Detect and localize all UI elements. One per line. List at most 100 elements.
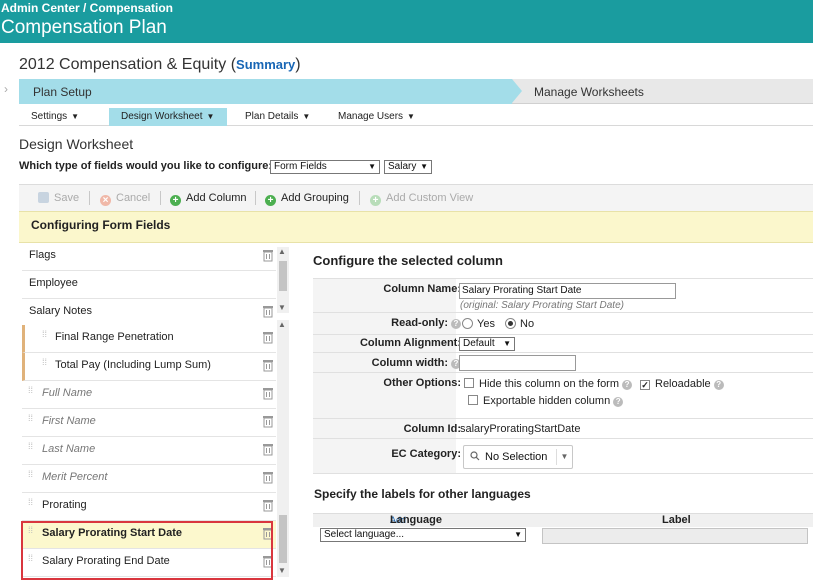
caret-down-icon: ▼ (514, 530, 522, 539)
drag-handle-icon[interactable]: ⁞⁞ (28, 526, 36, 540)
drag-handle-icon[interactable]: ⁞⁞ (42, 330, 50, 344)
list-item-column[interactable]: ⁞⁞ Full Name (22, 381, 276, 409)
add-icon: + (265, 195, 276, 206)
list-item-column[interactable]: ⁞⁞ Salary Prorating End Date (22, 549, 276, 577)
banner-text: Configuring Form Fields (31, 218, 171, 232)
radio-icon (462, 318, 473, 329)
list-item-column[interactable]: ⁞⁞ Final Range Penetration (22, 325, 276, 353)
app-header: Admin Center / Compensation Compensation… (0, 0, 813, 43)
row-column-name: Column Name: Salary Prorating Start Date… (313, 278, 813, 312)
list-item-column[interactable]: ⁞⁞ Total Pay (Including Lump Sum) (22, 353, 276, 381)
scroll-thumb[interactable] (279, 261, 287, 291)
drag-handle-icon[interactable]: ⁞⁞ (28, 554, 36, 568)
help-icon[interactable]: ? (613, 397, 624, 407)
ec-category-combobox[interactable]: No Selection ▼ (463, 445, 573, 469)
reloadable-checkbox[interactable]: ✓ Reloadable? (640, 378, 724, 390)
trash-icon[interactable] (262, 470, 274, 484)
plan-name: 2012 Compensation & Equity (19, 56, 227, 73)
read-only-no-radio[interactable]: No (505, 318, 534, 330)
form-title: Configure the selected column (313, 253, 503, 268)
trash-icon[interactable] (262, 554, 274, 568)
trash-icon[interactable] (262, 386, 274, 400)
scroll-up-icon[interactable]: ▲ (278, 320, 286, 329)
category-select[interactable]: Salary ▼ (384, 160, 432, 174)
row-ec-category: EC Category: No Selection ▼ (313, 438, 813, 474)
drag-handle-icon[interactable]: ⁞⁞ (28, 442, 36, 456)
step-bar: Plan Setup Manage Worksheets (19, 79, 813, 104)
add-grouping-button[interactable]: + Add Grouping (265, 192, 349, 206)
toolbar-divider (255, 191, 256, 205)
hide-column-checkbox[interactable]: Hide this column on the form? (464, 378, 633, 390)
scroll-down-icon[interactable]: ▼ (278, 303, 286, 312)
list-item-flags[interactable]: Flags (22, 243, 276, 271)
trash-icon[interactable] (262, 498, 274, 512)
help-icon[interactable]: ? (622, 380, 633, 390)
checkbox-icon (464, 378, 474, 388)
drag-handle-icon[interactable]: ⁞⁞ (42, 358, 50, 372)
column-name-label: Column Name: (383, 283, 461, 295)
section-title: Design Worksheet (19, 136, 134, 152)
trash-icon[interactable] (262, 526, 274, 540)
top-list-scrollbar[interactable]: ▲ ▼ (277, 247, 289, 313)
language-select[interactable]: Select language... ▼ (320, 528, 526, 542)
help-icon[interactable]: ? (451, 319, 461, 329)
step-manage-worksheets[interactable]: Manage Worksheets (534, 85, 644, 99)
toolbar-divider (359, 191, 360, 205)
trash-icon[interactable] (262, 304, 274, 318)
alignment-select[interactable]: Default ▼ (459, 337, 515, 351)
summary-link[interactable]: Summary (236, 57, 295, 72)
list-item-column[interactable]: ⁞⁞ Merit Percent (22, 465, 276, 493)
field-type-select[interactable]: Form Fields ▼ (270, 160, 380, 174)
tab-design-worksheet[interactable]: Design Worksheet ▼ (109, 108, 227, 126)
tab-manage-users[interactable]: Manage Users ▼ (338, 108, 415, 126)
caret-down-icon: ▼ (407, 112, 415, 121)
column-name-input[interactable]: Salary Prorating Start Date (459, 283, 676, 299)
trash-icon[interactable] (262, 442, 274, 456)
trash-icon[interactable] (262, 248, 274, 262)
step-plan-setup[interactable] (19, 79, 512, 104)
scroll-thumb[interactable] (279, 515, 287, 563)
row-read-only: Read-only:? Yes No (313, 312, 813, 334)
scroll-up-icon[interactable]: ▲ (278, 247, 286, 256)
ec-category-label: EC Category: (391, 448, 461, 460)
trash-icon[interactable] (262, 414, 274, 428)
tab-plan-details[interactable]: Plan Details ▼ (245, 108, 310, 126)
trash-icon[interactable] (262, 330, 274, 344)
list-item-column[interactable]: ⁞⁞ First Name (22, 409, 276, 437)
language-label-input[interactable] (542, 528, 808, 544)
cancel-button[interactable]: × Cancel (100, 192, 150, 206)
config-banner: Configuring Form Fields (19, 211, 813, 243)
toolbar-divider (89, 191, 90, 205)
column-width-input[interactable] (459, 355, 576, 371)
drag-handle-icon[interactable]: ⁞⁞ (28, 414, 36, 428)
caret-down-icon: ▼ (503, 339, 511, 348)
list-item-column[interactable]: ⁞⁞ Last Name (22, 437, 276, 465)
chevron-right-icon[interactable]: › (4, 82, 8, 96)
drag-handle-icon[interactable]: ⁞⁞ (28, 498, 36, 512)
save-button[interactable]: Save (38, 192, 79, 204)
add-column-button[interactable]: + Add Column (170, 192, 247, 206)
read-only-yes-radio[interactable]: Yes (462, 318, 495, 330)
tab-settings[interactable]: Settings ▼ (31, 108, 79, 126)
breadcrumb[interactable]: Admin Center / Compensation (1, 1, 173, 15)
caret-down-icon: ▼ (71, 112, 80, 121)
radio-selected-icon (505, 318, 516, 329)
drag-handle-icon[interactable]: ⁞⁞ (28, 470, 36, 484)
column-list-scrollbar[interactable]: ▲ ▼ (277, 320, 289, 577)
checkbox-icon (468, 395, 478, 405)
column-list-panel: Flags Employee Salary Notes ▲ ▼ ⁞⁞ Final… (19, 243, 292, 581)
list-item-employee[interactable]: Employee (22, 271, 276, 299)
trash-icon[interactable] (262, 358, 274, 372)
list-item-column-selected[interactable]: ⁞⁞ Salary Prorating Start Date (22, 521, 276, 549)
exportable-hidden-checkbox[interactable]: Exportable hidden column? (468, 395, 624, 407)
scroll-down-icon[interactable]: ▼ (278, 566, 286, 575)
list-item-salary-notes[interactable]: Salary Notes (22, 299, 276, 327)
column-width-label: Column width:? (372, 357, 461, 369)
list-item-column[interactable]: ⁞⁞ Prorating (22, 493, 276, 521)
help-icon[interactable]: ? (713, 380, 724, 390)
caret-down-icon[interactable]: ▼ (556, 449, 572, 465)
caret-down-icon: ▼ (368, 162, 376, 171)
add-custom-view-button[interactable]: + Add Custom View (370, 192, 473, 206)
step-plan-setup-label[interactable]: Plan Setup (33, 85, 92, 99)
drag-handle-icon[interactable]: ⁞⁞ (28, 386, 36, 400)
